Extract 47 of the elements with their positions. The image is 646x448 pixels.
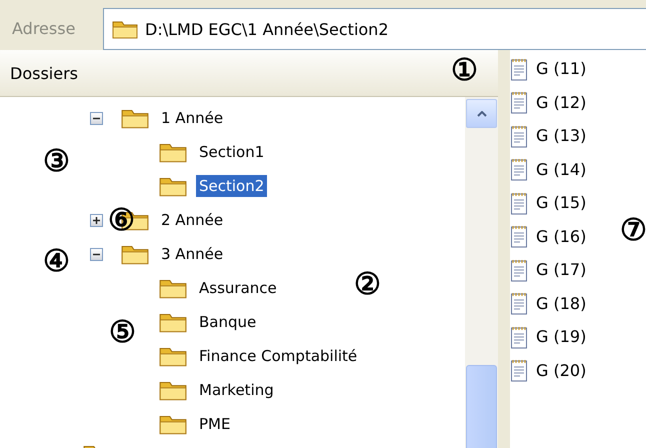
- tree-item[interactable]: Assurance: [196, 277, 280, 299]
- file-name[interactable]: G (17): [536, 260, 586, 280]
- address-field[interactable]: D:\LMD EGC\1 Année\Section2: [103, 8, 646, 50]
- callout-number: ①: [451, 56, 478, 86]
- file-name[interactable]: G (15): [536, 193, 586, 212]
- expander-button[interactable]: [90, 112, 103, 124]
- callout-number: ②: [354, 270, 381, 300]
- notepad-icon: [510, 90, 528, 114]
- file-name[interactable]: G (16): [536, 226, 586, 246]
- tree-item[interactable]: 2 Année: [158, 209, 226, 231]
- plus-icon: [92, 216, 101, 224]
- tree-item[interactable]: 1 Année: [158, 107, 226, 129]
- notepad-icon: [510, 157, 528, 182]
- notepad-icon: [510, 56, 528, 81]
- file-name[interactable]: G (18): [536, 294, 586, 313]
- tree-item[interactable]: Section1: [196, 141, 268, 163]
- address-label: Adresse: [12, 18, 76, 40]
- scroll-up-button[interactable]: [466, 99, 497, 128]
- callout-number: ⑦: [620, 216, 646, 246]
- expander-button[interactable]: [90, 248, 103, 260]
- notepad-icon: [510, 124, 528, 148]
- tree-item[interactable]: Banque: [196, 311, 260, 333]
- file-name[interactable]: G (20): [536, 360, 586, 380]
- file-name[interactable]: G (12): [536, 92, 586, 112]
- scrollbar[interactable]: [465, 97, 498, 448]
- pane-title: Dossiers: [10, 64, 78, 82]
- tree-item[interactable]: PME: [196, 413, 234, 435]
- caret-icon: [476, 110, 486, 116]
- notepad-icon: [510, 224, 528, 248]
- notepad-icon: [510, 258, 528, 282]
- tree-item[interactable]: Section2: [196, 175, 268, 197]
- callout-number: ④: [43, 247, 70, 277]
- file-name[interactable]: G (11): [536, 59, 586, 78]
- tree-item[interactable]: Finance Comptabilité: [196, 345, 360, 367]
- notepad-icon: [510, 291, 528, 316]
- expander-button[interactable]: [90, 214, 103, 226]
- notepad-icon: [510, 358, 528, 382]
- scroll-thumb[interactable]: [466, 365, 497, 448]
- notepad-icon: [510, 324, 528, 349]
- tree-item[interactable]: Marketing: [196, 379, 277, 401]
- file-name[interactable]: G (19): [536, 327, 586, 346]
- file-name[interactable]: G (14): [536, 160, 586, 179]
- file-name[interactable]: G (13): [536, 126, 586, 146]
- callout-number: ⑤: [109, 318, 136, 348]
- tree-item[interactable]: 3 Année: [158, 243, 226, 265]
- callout-number: ③: [43, 147, 70, 177]
- notepad-icon: [510, 190, 528, 215]
